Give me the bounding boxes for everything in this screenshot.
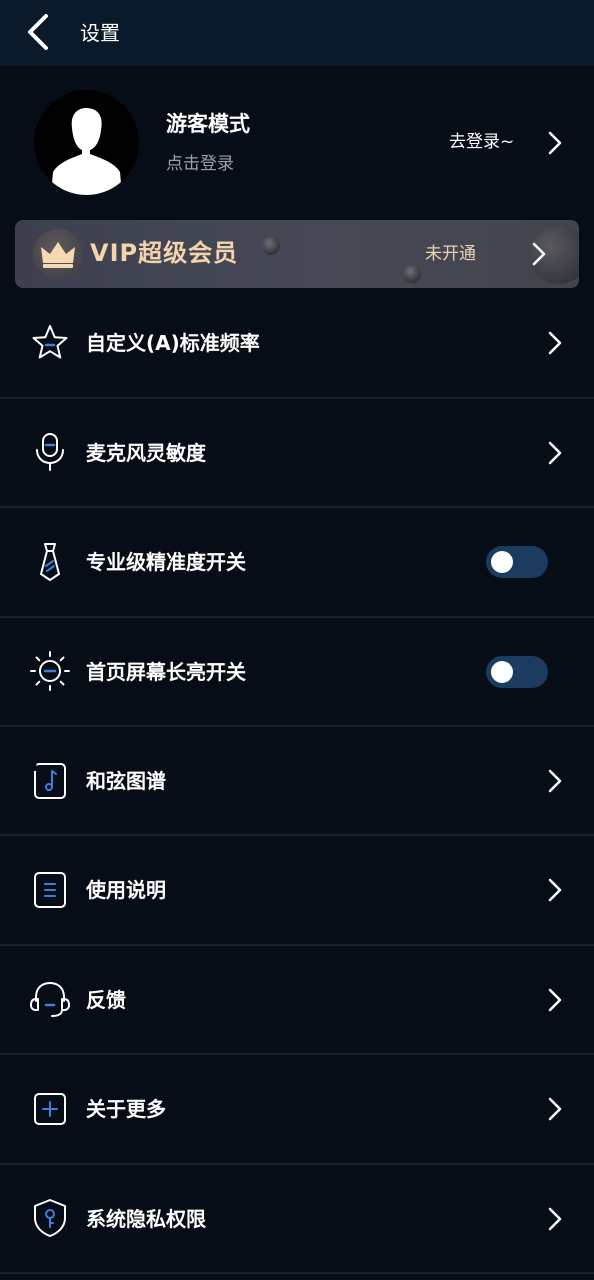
- chevron-right-icon: [548, 441, 562, 465]
- login-link[interactable]: 去登录~: [449, 130, 514, 154]
- profile-name: 游客模式: [166, 112, 250, 136]
- person-silhouette-icon: [51, 108, 122, 195]
- star-icon: [32, 325, 68, 359]
- chevron-right-icon: [548, 131, 562, 155]
- vip-title: VIP超级会员: [90, 239, 239, 267]
- chevron-right-icon: [548, 878, 562, 902]
- menu-item-custom-frequency[interactable]: 自定义(A)标准频率: [0, 289, 594, 397]
- chevron-left-icon: [28, 14, 48, 50]
- settings-screen: 设置 游客模式 点击登录 去登录~ VIP超级会员 未开通 自定义(A)标准频率…: [0, 0, 594, 1280]
- profile-row[interactable]: 游客模式 点击登录 去登录~: [0, 86, 594, 200]
- crown-icon: [41, 242, 75, 268]
- chevron-right-icon: [548, 1207, 562, 1231]
- toggle-knob: [491, 551, 513, 573]
- menu-label: 关于更多: [86, 1097, 166, 1121]
- avatar[interactable]: [34, 90, 139, 195]
- document-icon: [34, 872, 66, 908]
- tie-icon: [40, 543, 60, 581]
- menu-item-screen-awake: 首页屏幕长亮开关: [0, 618, 594, 726]
- menu-item-instructions[interactable]: 使用说明: [0, 836, 594, 944]
- decorative-dot: [403, 265, 421, 283]
- vip-banner[interactable]: VIP超级会员 未开通: [15, 220, 579, 288]
- music-note-icon: [33, 763, 66, 799]
- decorative-dot: [262, 237, 280, 255]
- chevron-right-icon: [548, 331, 562, 355]
- shield-key-icon: [34, 1199, 66, 1237]
- menu-label: 首页屏幕长亮开关: [86, 660, 246, 684]
- menu-item-mic-sensitivity[interactable]: 麦克风灵敏度: [0, 399, 594, 507]
- chevron-right-icon: [532, 242, 546, 266]
- header-bar: 设置: [0, 0, 594, 66]
- menu-item-chord-chart[interactable]: 和弦图谱: [0, 727, 594, 835]
- menu-label: 专业级精准度开关: [86, 550, 246, 574]
- menu-label: 系统隐私权限: [86, 1207, 206, 1231]
- plus-square-icon: [34, 1093, 66, 1125]
- menu-label: 使用说明: [86, 878, 166, 902]
- menu-label: 和弦图谱: [86, 769, 166, 793]
- menu-label: 反馈: [86, 988, 126, 1012]
- vip-status: 未开通: [425, 244, 476, 264]
- menu-item-privacy[interactable]: 系统隐私权限: [0, 1165, 594, 1273]
- menu-item-feedback[interactable]: 反馈: [0, 946, 594, 1054]
- chevron-right-icon: [548, 1097, 562, 1121]
- toggle-knob: [491, 661, 513, 683]
- page-title: 设置: [80, 21, 120, 45]
- divider: [0, 1272, 594, 1274]
- menu-label: 自定义(A)标准频率: [86, 331, 260, 355]
- microphone-icon: [36, 433, 64, 471]
- crown-badge: [33, 229, 83, 279]
- sun-brightness-icon: [30, 651, 70, 691]
- profile-login-hint[interactable]: 点击登录: [166, 152, 234, 176]
- pro-precision-toggle[interactable]: [486, 546, 548, 578]
- menu-label: 麦克风灵敏度: [86, 441, 206, 465]
- chevron-right-icon: [548, 769, 562, 793]
- menu-item-pro-precision: 专业级精准度开关: [0, 508, 594, 616]
- menu-item-about[interactable]: 关于更多: [0, 1055, 594, 1163]
- screen-awake-toggle[interactable]: [486, 656, 548, 688]
- chevron-right-icon: [548, 988, 562, 1012]
- headset-icon: [30, 981, 70, 1017]
- back-button[interactable]: [22, 12, 58, 52]
